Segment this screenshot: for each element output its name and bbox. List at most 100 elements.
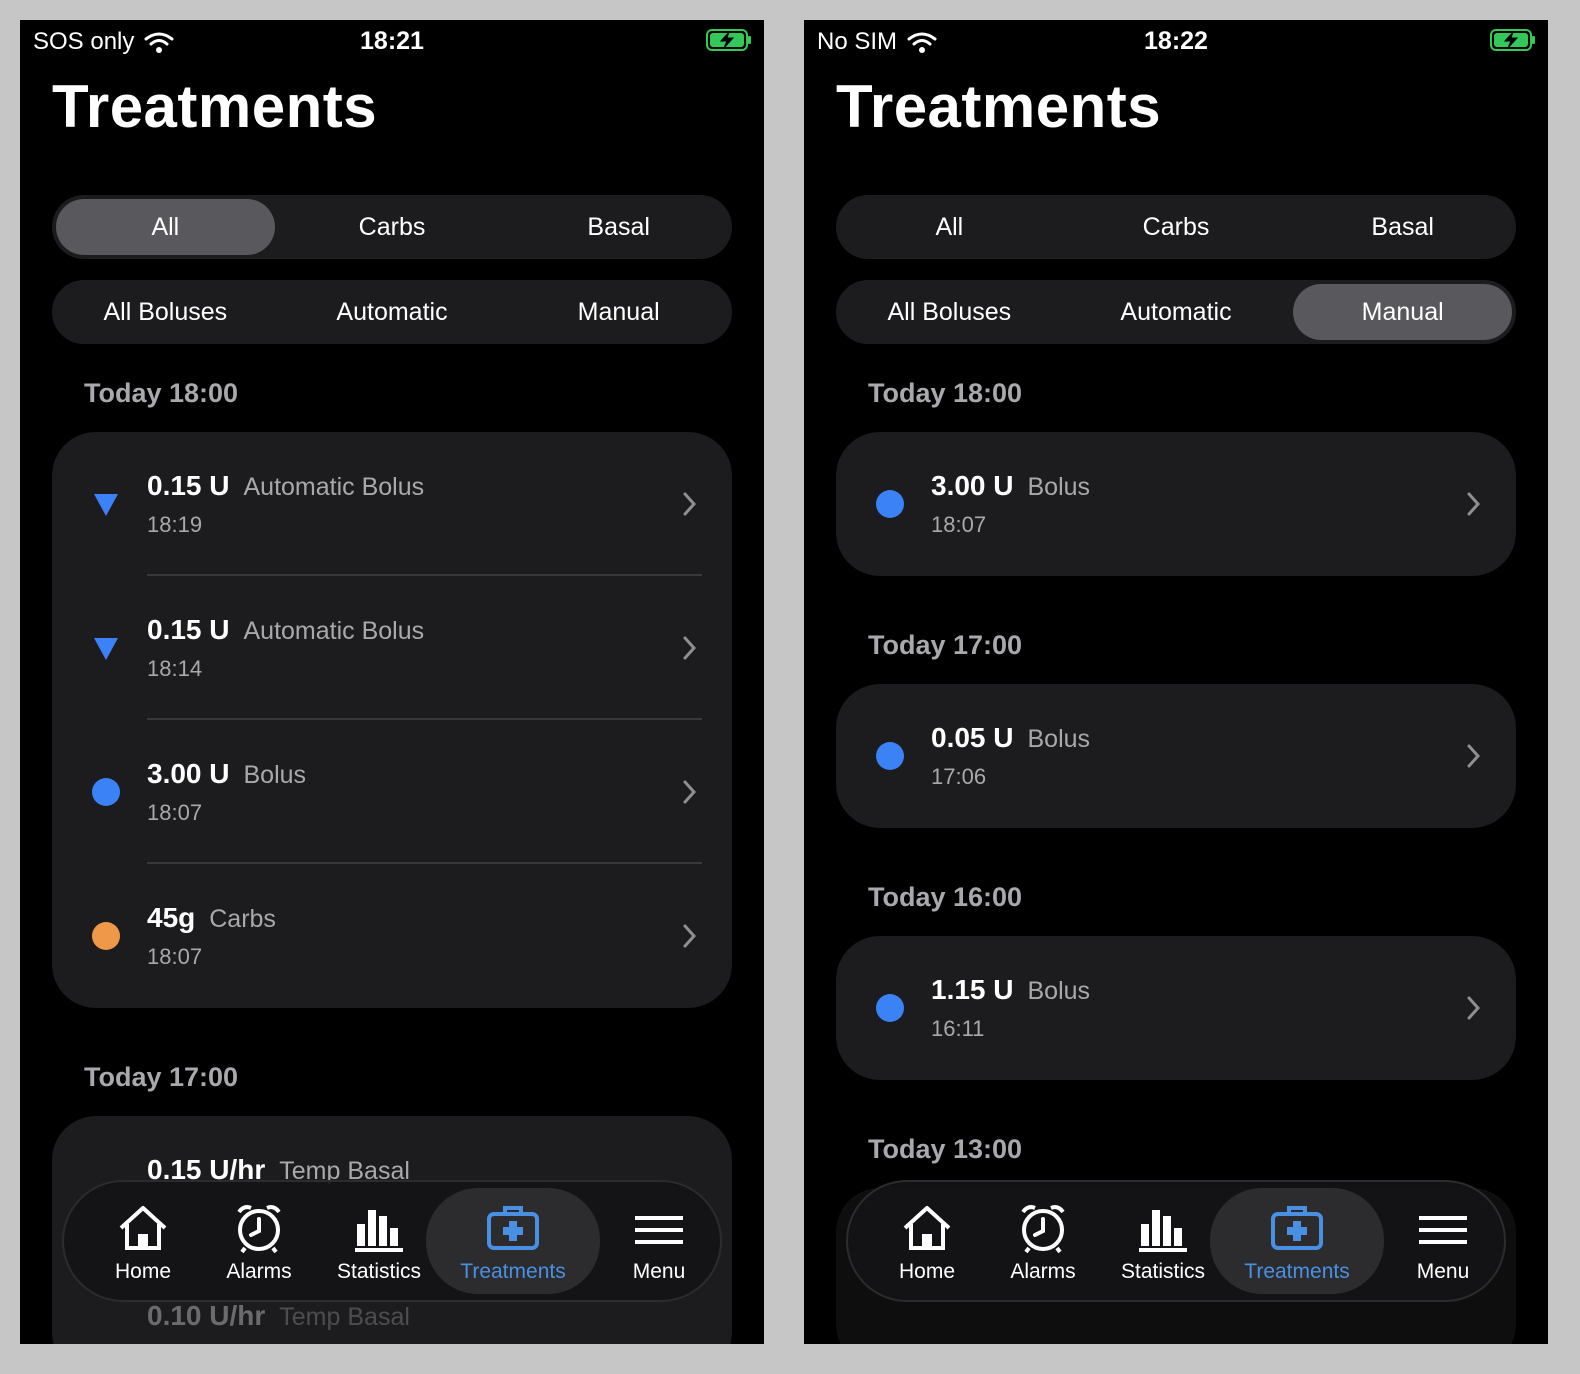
treatment-amount: 0.15 U [147,614,230,645]
chevron-right-icon [683,636,697,660]
house-icon [903,1206,951,1250]
chevron-right-icon [1467,744,1481,768]
bolus-dot-icon [92,778,120,806]
left-screen: SOS only 18:21 Treatments All Carbs Basa… [20,20,764,1344]
filter-basal[interactable]: Basal [1293,199,1512,255]
treatment-time: 16:11 [931,1016,985,1041]
tab-statistics[interactable]: Statistics [316,1182,442,1300]
tab-home[interactable]: Home [868,1182,986,1300]
status-time: 18:22 [1144,27,1208,55]
treatment-kind: Bolus [1027,473,1091,501]
tab-label: Home [114,1260,172,1283]
status-time: 18:21 [360,27,424,55]
carbs-dot-icon [92,922,120,950]
treatment-time: 17:06 [931,764,987,789]
section-header: Today 18:00 [84,378,239,408]
tab-label: Statistics [336,1260,422,1283]
filter-all[interactable]: All [840,199,1059,255]
tab-bar: Home Alarms Statistics Treatments Menu [62,1180,722,1302]
tab-menu[interactable]: Menu [1388,1182,1498,1300]
filter-manual[interactable]: Manual [509,284,728,340]
chevron-right-icon [683,924,697,948]
treatment-row[interactable]: 0.15 U Automatic Bolus 18:19 [52,432,732,576]
page-title: Treatments [836,73,1162,140]
tab-alarms[interactable]: Alarms [202,1182,316,1300]
treatment-row[interactable]: 0.15 U Automatic Bolus 18:14 [52,576,732,720]
tab-label: Treatments [1244,1260,1350,1283]
treatment-card: 1.15 U Bolus 16:11 [836,936,1516,1080]
chevron-right-icon [683,492,697,516]
treatment-kind: Automatic Bolus [243,617,425,645]
chevron-right-icon [1467,492,1481,516]
treatment-amount-wrap: 0.10 U/hr Temp Basal [147,1300,410,1332]
page-title: Treatments [52,73,378,140]
filter-basal[interactable]: Basal [509,199,728,255]
treatment-amount: 45g [147,902,196,933]
treatment-kind: Bolus [1027,725,1091,753]
tab-label: Treatments [460,1260,566,1283]
treatment-time: 18:19 [147,512,203,537]
tab-treatments[interactable]: Treatments [1210,1188,1384,1294]
treatment-kind: Automatic Bolus [243,473,425,501]
section-header: Today 16:00 [868,882,1023,912]
filter-automatic[interactable]: Automatic [1067,284,1286,340]
house-icon [119,1206,167,1250]
filter-all[interactable]: All [56,199,275,255]
tab-label: Home [898,1260,956,1283]
tab-label: Alarms [226,1260,292,1283]
tab-menu[interactable]: Menu [604,1182,714,1300]
filter-carbs[interactable]: Carbs [1067,199,1286,255]
bolus-filter: All Boluses Automatic Manual [836,280,1516,344]
hamburger-menu-icon [635,1216,683,1244]
section-header: Today 13:00 [868,1134,1023,1164]
treatment-card: 0.05 U Bolus 17:06 [836,684,1516,828]
type-filter: All Carbs Basal [836,195,1516,259]
treatment-amount-wrap: 45g Carbs [147,902,276,934]
treatment-time: 18:14 [147,656,203,681]
filter-automatic[interactable]: Automatic [283,284,502,340]
section-header: Today 17:00 [84,1062,239,1092]
filter-carbs[interactable]: Carbs [283,199,502,255]
tab-label: Alarms [1010,1260,1076,1283]
chevron-right-icon [1467,996,1481,1020]
bar-chart-icon [355,1210,403,1252]
tab-treatments[interactable]: Treatments [426,1188,600,1294]
battery-charging-icon [706,29,751,51]
filter-all-boluses[interactable]: All Boluses [840,284,1059,340]
treatment-row[interactable]: 3.00 U Bolus 18:07 [836,432,1516,576]
treatment-row[interactable]: 3.00 U Bolus 18:07 [52,720,732,864]
tab-label: Menu [1416,1260,1470,1283]
treatment-card: 3.00 U Bolus 18:07 [836,432,1516,576]
treatment-kind: Bolus [1027,977,1091,1005]
status-bar: No SIM 18:22 [804,20,1548,62]
bolus-dot-icon [876,742,904,770]
treatment-row[interactable]: 1.15 U Bolus 16:11 [836,936,1516,1080]
treatment-amount-wrap: 1.15 U Bolus [931,974,1090,1006]
alarm-clock-icon [1021,1205,1065,1254]
status-bar: SOS only 18:21 [20,20,764,62]
hamburger-menu-icon [1419,1216,1467,1244]
treatment-row[interactable]: 45g Carbs 18:07 [52,864,732,1008]
automatic-bolus-icon [94,494,118,516]
filter-all-boluses[interactable]: All Boluses [56,284,275,340]
treatment-kind: Carbs [209,905,276,933]
tab-home[interactable]: Home [84,1182,202,1300]
section-header: Today 17:00 [868,630,1023,660]
tab-alarms[interactable]: Alarms [986,1182,1100,1300]
tab-statistics[interactable]: Statistics [1100,1182,1226,1300]
chevron-right-icon [683,780,697,804]
treatment-time: 18:07 [147,944,203,969]
treatment-amount: 3.00 U [147,758,230,789]
bolus-dot-icon [876,994,904,1022]
medical-kit-icon [487,1206,539,1250]
filter-manual[interactable]: Manual [1293,284,1513,340]
treatment-time: 18:07 [931,512,987,537]
treatment-amount: 1.15 U [931,974,1014,1005]
treatment-kind: Temp Basal [279,1303,410,1331]
section-header: Today 18:00 [868,378,1023,408]
treatment-amount: 0.05 U [931,722,1014,753]
treatment-time: 18:07 [147,800,203,825]
treatment-kind: Bolus [243,761,307,789]
bolus-dot-icon [876,490,904,518]
treatment-row[interactable]: 0.05 U Bolus 17:06 [836,684,1516,828]
